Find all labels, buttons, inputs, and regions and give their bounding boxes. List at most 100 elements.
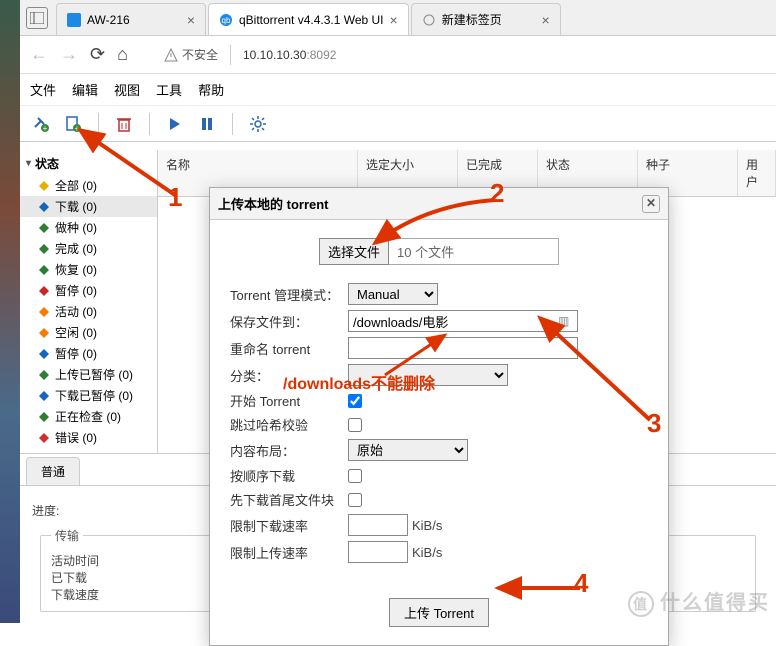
dlimit-label: 限制下载速率 bbox=[230, 516, 348, 535]
ulimit-label: 限制上传速率 bbox=[230, 543, 348, 562]
browser-tabbar: AW-216 × qb qBittorrent v4.4.3.1 Web UI … bbox=[0, 0, 776, 36]
content-layout-label: 内容布局： bbox=[230, 441, 348, 460]
tab-newtab[interactable]: 新建标签页 × bbox=[411, 3, 561, 35]
globe-icon bbox=[422, 13, 436, 27]
sidebar-item[interactable]: 上传已暂停 (0) bbox=[20, 364, 157, 385]
mgmt-mode-label: Torrent 管理模式： bbox=[230, 285, 348, 304]
menu-view[interactable]: 视图 bbox=[114, 80, 140, 99]
content-layout-select[interactable]: 原始 bbox=[348, 439, 468, 461]
watermark: 值什么值得买 bbox=[628, 586, 770, 617]
dialog-title: 上传本地的 torrent bbox=[218, 194, 329, 213]
status-icon bbox=[38, 327, 50, 339]
svg-text:+: + bbox=[75, 124, 80, 133]
add-torrent-file-button[interactable]: + bbox=[62, 113, 84, 135]
status-icon bbox=[38, 285, 50, 297]
sidebar-item[interactable]: 正在检查 (0) bbox=[20, 406, 157, 427]
flpiece-label: 先下载首尾文件块 bbox=[230, 490, 348, 509]
forward-button[interactable]: → bbox=[60, 44, 78, 65]
tab-qbittorrent[interactable]: qb qBittorrent v4.4.3.1 Web UI × bbox=[208, 3, 409, 35]
upload-torrent-dialog: 上传本地的 torrent ✕ 选择文件 10 个文件 Torrent 管理模式… bbox=[209, 187, 669, 646]
annotation-4: 4 bbox=[574, 568, 588, 599]
tab-aw216[interactable]: AW-216 × bbox=[56, 3, 206, 35]
browser-addressbar: ← → ⟳ ⌂ 不安全 10.10.10.30:8092 bbox=[0, 36, 776, 74]
ulimit-input[interactable] bbox=[348, 541, 408, 563]
sidebar-item[interactable]: 空闲 (0) bbox=[20, 322, 157, 343]
flpiece-checkbox[interactable] bbox=[348, 493, 362, 507]
skip-hash-label: 跳过哈希校验 bbox=[230, 415, 348, 434]
status-icon bbox=[38, 222, 50, 234]
status-icon bbox=[38, 180, 50, 192]
start-torrent-checkbox[interactable] bbox=[348, 394, 362, 408]
mgmt-mode-select[interactable]: Manual bbox=[348, 283, 438, 305]
tab-title: 新建标签页 bbox=[442, 11, 502, 28]
tab-close-icon[interactable]: × bbox=[187, 12, 195, 28]
tab-favicon: qb bbox=[219, 13, 233, 27]
skip-hash-checkbox[interactable] bbox=[348, 418, 362, 432]
tab-title: qBittorrent v4.4.3.1 Web UI bbox=[239, 13, 384, 27]
menu-help[interactable]: 帮助 bbox=[198, 80, 224, 99]
sidebar-item[interactable]: 全部 (0) bbox=[20, 175, 157, 196]
rename-input[interactable] bbox=[348, 337, 578, 359]
security-status[interactable]: 不安全 bbox=[164, 46, 218, 63]
sidebar-item[interactable]: 错误 (0) bbox=[20, 427, 157, 448]
status-icon bbox=[38, 432, 50, 444]
save-path-label: 保存文件到： bbox=[230, 312, 348, 331]
app-toolbar: + + bbox=[0, 106, 776, 142]
svg-text:+: + bbox=[43, 124, 48, 133]
dlimit-input[interactable] bbox=[348, 514, 408, 536]
sidebar-item[interactable]: 暂停 (0) bbox=[20, 343, 157, 364]
tab-title: AW-216 bbox=[87, 13, 130, 27]
sidebar-item[interactable]: 做种 (0) bbox=[20, 217, 157, 238]
save-path-input[interactable] bbox=[348, 310, 578, 332]
annotation-note: /downloads不能删除 bbox=[283, 370, 435, 394]
status-icon bbox=[38, 390, 50, 402]
menu-edit[interactable]: 编辑 bbox=[72, 80, 98, 99]
menu-file[interactable]: 文件 bbox=[30, 80, 56, 99]
rename-label: 重命名 torrent bbox=[230, 339, 348, 358]
sequential-checkbox[interactable] bbox=[348, 469, 362, 483]
status-icon bbox=[38, 306, 50, 318]
annotation-1: 1 bbox=[168, 182, 182, 213]
file-count-label: 10 个文件 bbox=[389, 238, 559, 265]
col-users[interactable]: 用户 bbox=[738, 150, 776, 196]
sidebar-item[interactable]: 暂停 (0) bbox=[20, 280, 157, 301]
sidebar-item[interactable]: 下载 (0) bbox=[20, 196, 157, 217]
annotation-3: 3 bbox=[647, 408, 661, 439]
reload-button[interactable]: ⟳ bbox=[90, 44, 105, 65]
pause-button[interactable] bbox=[196, 113, 218, 135]
home-button[interactable]: ⌂ bbox=[117, 44, 128, 65]
app-menubar: 文件 编辑 视图 工具 帮助 bbox=[0, 74, 776, 106]
status-icon bbox=[38, 369, 50, 381]
sidebar-item[interactable]: 完成 (0) bbox=[20, 238, 157, 259]
sidebar-item[interactable]: 活动 (0) bbox=[20, 301, 157, 322]
progress-label: 进度: bbox=[32, 504, 59, 518]
panel-toggle-button[interactable] bbox=[26, 7, 48, 29]
status-icon bbox=[38, 201, 50, 213]
dialog-close-button[interactable]: ✕ bbox=[642, 195, 660, 213]
warning-icon bbox=[164, 48, 178, 62]
panel-icon bbox=[30, 12, 44, 24]
back-button[interactable]: ← bbox=[30, 44, 48, 65]
status-icon bbox=[38, 348, 50, 360]
sidebar-status-header[interactable]: ▾状态 bbox=[20, 152, 157, 175]
choose-file-button[interactable]: 选择文件 bbox=[319, 238, 389, 265]
svg-text:qb: qb bbox=[222, 16, 231, 25]
annotation-2: 2 bbox=[490, 178, 504, 209]
tab-close-icon[interactable]: × bbox=[390, 12, 398, 28]
tab-close-icon[interactable]: × bbox=[542, 12, 550, 28]
delete-button[interactable] bbox=[113, 113, 135, 135]
tab-favicon bbox=[67, 13, 81, 27]
url-display[interactable]: 10.10.10.30:8092 bbox=[243, 48, 336, 62]
status-icon bbox=[38, 264, 50, 276]
sequential-label: 按顺序下载 bbox=[230, 466, 348, 485]
status-icon bbox=[38, 411, 50, 423]
lower-tab-general[interactable]: 普通 bbox=[26, 457, 80, 485]
sidebar-item[interactable]: 恢复 (0) bbox=[20, 259, 157, 280]
sidebar-item[interactable]: 下载已暂停 (0) bbox=[20, 385, 157, 406]
history-icon[interactable]: ▥ bbox=[558, 314, 569, 328]
menu-tools[interactable]: 工具 bbox=[156, 80, 182, 99]
status-icon bbox=[38, 243, 50, 255]
resume-button[interactable] bbox=[164, 113, 186, 135]
add-link-button[interactable]: + bbox=[30, 113, 52, 135]
settings-button[interactable] bbox=[247, 113, 269, 135]
